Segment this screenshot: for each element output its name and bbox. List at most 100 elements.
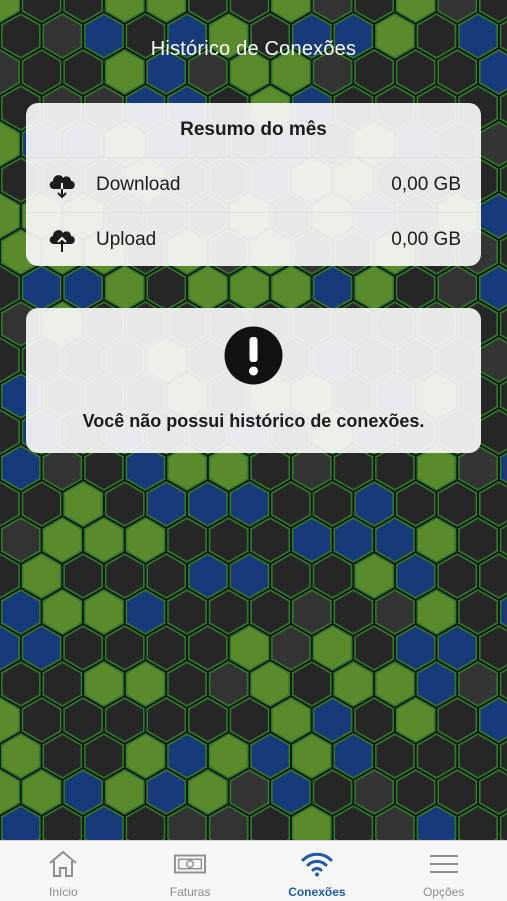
hexagon-tile bbox=[395, 265, 436, 311]
hexagon-tile bbox=[437, 481, 478, 527]
tab-inicio[interactable]: Início bbox=[0, 841, 127, 901]
hexagon-tile bbox=[104, 481, 145, 527]
download-row: Download 0,00 GB bbox=[26, 158, 481, 212]
hexagon-tile bbox=[0, 625, 20, 671]
hexagon-tile bbox=[312, 481, 353, 527]
hexagon-tile bbox=[229, 553, 270, 599]
hexagon-tile bbox=[312, 553, 353, 599]
hexagon-tile bbox=[188, 265, 228, 311]
hexagon-tile bbox=[250, 733, 291, 779]
hexagon-tile bbox=[63, 553, 103, 599]
hexagon-tile bbox=[63, 625, 103, 671]
hexagon-tile bbox=[0, 697, 20, 743]
hexagon-tile bbox=[271, 481, 311, 527]
hexagon-tile bbox=[250, 805, 291, 840]
hexagon-tile bbox=[229, 625, 270, 671]
hexagon-tile bbox=[354, 481, 395, 527]
hexagon-tile bbox=[416, 517, 457, 563]
tab-conexoes[interactable]: Conexões bbox=[254, 841, 381, 901]
hexagon-tile bbox=[208, 517, 249, 563]
hexagon-tile bbox=[104, 625, 145, 671]
hexagon-tile bbox=[208, 805, 249, 840]
hexagon-tile bbox=[416, 805, 457, 840]
cloud-download-icon bbox=[46, 169, 78, 201]
hexagon-tile bbox=[416, 661, 457, 707]
hexagon-tile bbox=[312, 697, 353, 743]
hexagon-tile bbox=[63, 481, 103, 527]
hexagon-tile bbox=[437, 769, 478, 815]
hexagon-tile bbox=[271, 697, 311, 743]
tab-faturas[interactable]: Faturas bbox=[127, 841, 254, 901]
hexagon-tile bbox=[167, 805, 207, 840]
hexagon-tile bbox=[354, 625, 395, 671]
hexagon-tile bbox=[21, 265, 62, 311]
hexagon-tile bbox=[0, 121, 20, 167]
hexagon-tile bbox=[395, 481, 436, 527]
empty-state-message: Você não possui histórico de conexões. bbox=[82, 411, 425, 431]
hexagon-tile bbox=[333, 733, 374, 779]
page-title: Histórico de Conexões bbox=[150, 38, 357, 60]
hexagon-tile bbox=[437, 265, 478, 311]
hexagon-tile bbox=[333, 589, 374, 635]
hexagon-tile bbox=[104, 769, 145, 815]
hexagon-tile bbox=[437, 553, 478, 599]
hexagon-tile bbox=[271, 265, 311, 311]
hexagon-tile bbox=[395, 697, 436, 743]
hexagon-tile bbox=[478, 697, 507, 743]
hexagon-tile bbox=[458, 805, 498, 840]
hexagon-tile bbox=[167, 661, 207, 707]
tab-inicio-label: Início bbox=[49, 885, 78, 899]
hexagon-tile bbox=[21, 553, 62, 599]
hexagon-tile bbox=[333, 661, 374, 707]
hexagon-tile bbox=[478, 193, 507, 239]
hexagon-tile bbox=[21, 769, 62, 815]
hexagon-tile bbox=[229, 769, 270, 815]
hexagon-tile bbox=[146, 625, 187, 671]
hexagon-tile bbox=[312, 625, 353, 671]
hexagon-tile bbox=[0, 661, 41, 707]
tab-faturas-label: Faturas bbox=[169, 885, 211, 899]
summary-title: Resumo do mês bbox=[26, 103, 481, 158]
hexagon-tile bbox=[84, 733, 124, 779]
hexagon-tile bbox=[0, 769, 20, 815]
hexagon-tile bbox=[354, 697, 395, 743]
hexagon-tile bbox=[0, 409, 20, 455]
hexagon-tile bbox=[125, 517, 166, 563]
hexagon-tile bbox=[375, 517, 415, 563]
tab-opcoes-label: Opções bbox=[422, 885, 465, 899]
hexagon-tile bbox=[42, 517, 83, 563]
hexagon-tile bbox=[0, 337, 20, 383]
hexagon-tile bbox=[375, 589, 415, 635]
hexagon-tile bbox=[375, 733, 415, 779]
hexagon-tile bbox=[478, 769, 507, 815]
download-label: Download bbox=[96, 174, 181, 195]
hexagon-tile bbox=[208, 733, 249, 779]
hexagon-tile bbox=[125, 805, 166, 840]
hexagon-tile bbox=[458, 733, 498, 779]
hexagon-tile bbox=[125, 589, 166, 635]
hexagon-tile bbox=[167, 589, 207, 635]
hexagon-tile bbox=[375, 805, 415, 840]
hexagon-tile bbox=[146, 265, 187, 311]
hexagon-tile bbox=[354, 553, 395, 599]
hexagon-tile bbox=[478, 625, 507, 671]
hexagon-tile bbox=[229, 697, 270, 743]
hexagon-tile bbox=[167, 517, 207, 563]
tab-opcoes[interactable]: Opções bbox=[380, 841, 507, 901]
hexagon-tile bbox=[188, 481, 228, 527]
hexagon-tile bbox=[395, 769, 436, 815]
hexagon-tile bbox=[0, 589, 41, 635]
hexagon-tile bbox=[354, 265, 395, 311]
hexagon-tile bbox=[437, 625, 478, 671]
hexagon-tile bbox=[21, 697, 62, 743]
hexagon-tile bbox=[271, 769, 311, 815]
hexagon-tile bbox=[63, 265, 103, 311]
hexagon-tile bbox=[125, 661, 166, 707]
hexagon-tile bbox=[0, 265, 20, 311]
hexagon-tile bbox=[229, 265, 270, 311]
hexagon-tile bbox=[146, 697, 187, 743]
hexagon-tile bbox=[84, 589, 124, 635]
hexagon-tile bbox=[84, 805, 124, 840]
hexagon-tile bbox=[291, 805, 332, 840]
hexagon-tile bbox=[84, 661, 124, 707]
